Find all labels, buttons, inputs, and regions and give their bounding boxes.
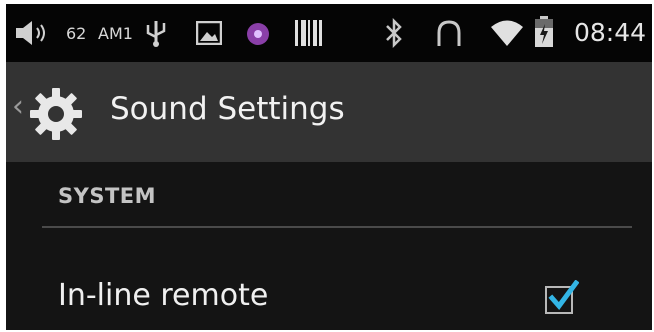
preference-label: In-line remote	[58, 278, 269, 313]
page-title: Sound Settings	[110, 91, 345, 127]
status-am-text: AM1	[98, 24, 133, 43]
action-bar: ‹ Sound Settings	[6, 62, 652, 162]
wifi-icon	[491, 20, 523, 46]
status-level-text: 62	[66, 24, 87, 43]
bluetooth-icon	[386, 18, 402, 48]
phone-screen: 62 AM1 08:44 ‹ Sound Settings SYSTEM In-…	[6, 4, 652, 330]
status-time: 08:44	[573, 18, 646, 47]
usb-icon	[146, 21, 166, 47]
inline-remote-checkbox[interactable]	[543, 280, 579, 316]
section-header-system: SYSTEM	[58, 184, 157, 208]
app-notification-icon	[247, 23, 269, 45]
headset-icon	[437, 20, 461, 46]
battery-icon	[535, 16, 553, 47]
chevron-left-icon: ‹	[12, 89, 24, 124]
section-divider	[42, 226, 632, 228]
barcode-icon	[295, 20, 322, 46]
gear-icon	[30, 88, 82, 140]
volume-icon	[16, 21, 45, 45]
preference-row-inline-remote[interactable]: In-line remote	[6, 244, 652, 330]
image-icon	[196, 21, 222, 45]
status-bar: 62 AM1 08:44	[6, 4, 652, 62]
up-navigation-button[interactable]: ‹	[6, 62, 98, 162]
